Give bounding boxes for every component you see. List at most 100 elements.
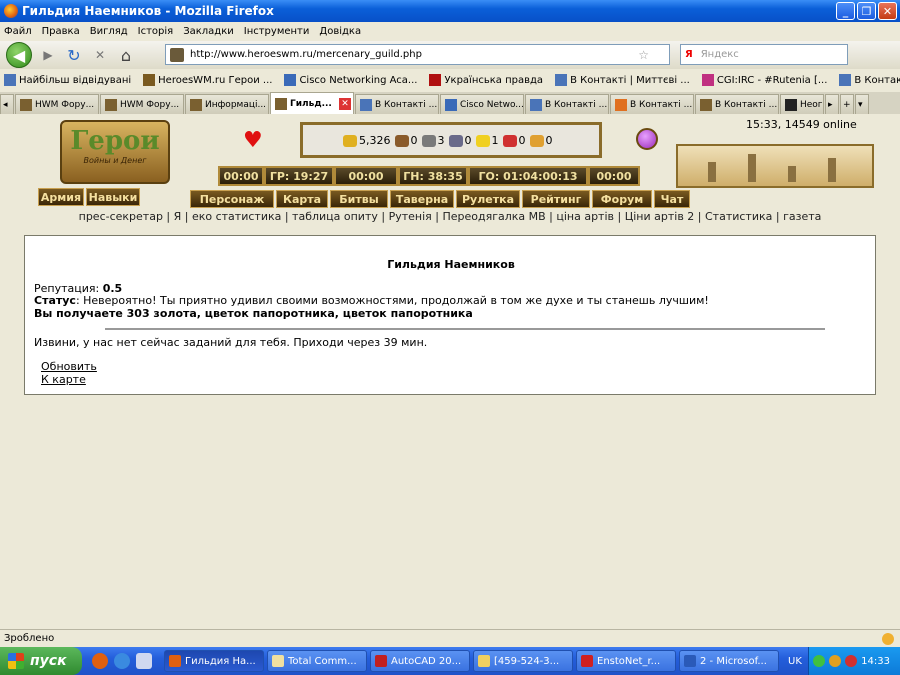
back-button[interactable]: ◀ (6, 42, 32, 68)
firefox-quicklaunch-icon[interactable] (92, 653, 108, 669)
bookmark-item[interactable]: В Контакті | Друзі (839, 73, 900, 86)
menu-view[interactable]: Вигляд (90, 26, 128, 37)
tab-bar: ◂ HWM Фору... HWM Фору... Информаці... Г… (0, 92, 900, 114)
bookmark-item[interactable]: HeroesWM.ru Герои ... (143, 73, 272, 86)
taskbar-item[interactable]: [459-524-3... (473, 650, 573, 672)
tab-scroll-right[interactable]: ▸ (825, 94, 839, 114)
taskbar-item[interactable]: Гильдия На... (164, 650, 264, 672)
timer-gn: ГН: 38:35 (398, 166, 468, 186)
army-button[interactable]: Армия (38, 188, 84, 206)
firefox-icon (4, 4, 18, 18)
page-title: Гильдия Наемников (387, 258, 515, 271)
tray-icon[interactable] (813, 655, 826, 667)
game-quick-links[interactable]: прес-секретар | Я | еко статистика | таб… (0, 210, 900, 223)
tab[interactable]: В Контакті ... (355, 94, 439, 114)
minimize-button[interactable]: _ (836, 2, 855, 20)
mercury-icon (448, 134, 463, 147)
tab[interactable]: В Контакті ... (525, 94, 609, 114)
desktop-quicklaunch-icon[interactable] (136, 653, 152, 669)
timer-go: ГО: 01:04:00:13 (468, 166, 588, 186)
menu-edit[interactable]: Правка (42, 26, 80, 37)
bookmark-item[interactable]: Cisco Networking Aca... (284, 73, 417, 86)
window-title: Гильдия Наемников - Mozilla Firefox (22, 4, 274, 18)
start-button[interactable]: пуск (0, 647, 82, 675)
ore-icon (421, 134, 436, 147)
status-text: Зроблено (4, 633, 55, 644)
game-logo[interactable]: Герои Войны и Денег (60, 120, 170, 184)
taskbar-item[interactable]: EnstoNet_r... (576, 650, 676, 672)
bookmark-item[interactable]: В Контакті | Миттєві ... (555, 73, 690, 86)
forward-button[interactable]: ▶ (38, 48, 58, 62)
logo-subtitle: Войны и Денег (83, 156, 147, 165)
tab[interactable]: В Контакті ... (610, 94, 694, 114)
tab-scroll-left[interactable]: ◂ (0, 94, 14, 114)
status-line: Статус: Невероятно! Ты приятно удивил св… (34, 294, 709, 307)
tab[interactable]: HWM Фору... (100, 94, 184, 114)
bookmark-star-icon[interactable]: ☆ (638, 48, 649, 62)
resources-panel: 5,326 0 3 0 1 0 0 (300, 122, 602, 158)
bookmark-icon (4, 73, 16, 86)
city-banner (676, 144, 874, 188)
timers-bar: 00:00 ГР: 19:27 00:00 ГН: 38:35 ГО: 01:0… (218, 166, 640, 186)
no-tasks-text: Извини, у нас нет сейчас заданий для теб… (34, 336, 428, 349)
taskbar-item[interactable]: AutoCAD 20... (370, 650, 470, 672)
url-text: http://www.heroeswm.ru/mercenary_guild.p… (190, 49, 422, 60)
tab[interactable]: Cisco Netwo... (440, 94, 524, 114)
page-content: Герои Войны и Денег ♥ 5,326 0 3 0 1 0 0 … (0, 114, 900, 629)
menu-file[interactable]: Файл (4, 26, 32, 37)
bookmark-item[interactable]: CGI:IRC - #Rutenia [... (701, 73, 827, 86)
windows-flag-icon (8, 653, 24, 669)
resource-sulfur: 1 (475, 134, 499, 147)
mana-potion-icon (636, 128, 658, 150)
menu-tavern[interactable]: Таверна (390, 190, 454, 208)
language-indicator[interactable]: UK (788, 656, 802, 667)
tab-favicon-icon (615, 98, 627, 111)
reload-button[interactable]: ↻ (64, 46, 84, 65)
tab[interactable]: Информаці... (185, 94, 269, 114)
menu-character[interactable]: Персонаж (190, 190, 274, 208)
tray-icon[interactable] (829, 655, 842, 667)
menu-tools[interactable]: Інструменти (244, 26, 310, 37)
menu-chat[interactable]: Чат (654, 190, 690, 208)
tab-close-icon[interactable]: ✕ (339, 97, 351, 110)
refresh-link[interactable]: Обновить (41, 360, 97, 373)
timer: 00:00 (334, 166, 398, 186)
tab[interactable]: Неог... (780, 94, 824, 114)
ie-quicklaunch-icon[interactable] (114, 653, 130, 669)
menu-battles[interactable]: Битвы (330, 190, 388, 208)
sulfur-icon (475, 134, 490, 147)
window-titlebar: Гильдия Наемников - Mozilla Firefox _ ❐ … (0, 0, 900, 22)
home-button[interactable]: ⌂ (116, 46, 136, 65)
tab[interactable]: HWM Фору... (15, 94, 99, 114)
map-link[interactable]: К карте (41, 373, 86, 386)
new-tab-button[interactable]: + (840, 94, 854, 114)
tab-active[interactable]: Гильд... ✕ (270, 92, 354, 114)
menu-bookmarks[interactable]: Закладки (183, 26, 234, 37)
tab-favicon-icon (190, 98, 202, 111)
search-bar[interactable]: Я Яндекс (680, 44, 848, 65)
bookmark-item[interactable]: Найбільш відвідувані (4, 73, 131, 86)
document-icon (478, 655, 490, 667)
bookmark-item[interactable]: Українська правда (429, 73, 543, 86)
bookmark-icon (284, 73, 297, 86)
menu-forum[interactable]: Форум (592, 190, 652, 208)
window-controls: _ ❐ ✕ (836, 2, 897, 20)
tray-icon[interactable] (845, 655, 858, 667)
addon-icon[interactable] (882, 632, 894, 645)
tab-list-button[interactable]: ▾ (855, 94, 869, 114)
menu-help[interactable]: Довідка (319, 26, 361, 37)
maximize-button[interactable]: ❐ (857, 2, 876, 20)
stop-button[interactable]: ✕ (90, 48, 110, 62)
skills-button[interactable]: Навыки (86, 188, 140, 206)
divider (105, 328, 825, 330)
pdf-icon (581, 655, 593, 667)
taskbar-item[interactable]: 2 - Microsof... (679, 650, 779, 672)
menu-rating[interactable]: Рейтинг (522, 190, 590, 208)
menu-history[interactable]: Історія (138, 26, 174, 37)
menu-map[interactable]: Карта (276, 190, 328, 208)
taskbar-item[interactable]: Total Comm... (267, 650, 367, 672)
menu-roulette[interactable]: Рулетка (456, 190, 520, 208)
close-button[interactable]: ✕ (878, 2, 897, 20)
url-bar[interactable]: http://www.heroeswm.ru/mercenary_guild.p… (165, 44, 670, 65)
tab[interactable]: В Контакті ... (695, 94, 779, 114)
